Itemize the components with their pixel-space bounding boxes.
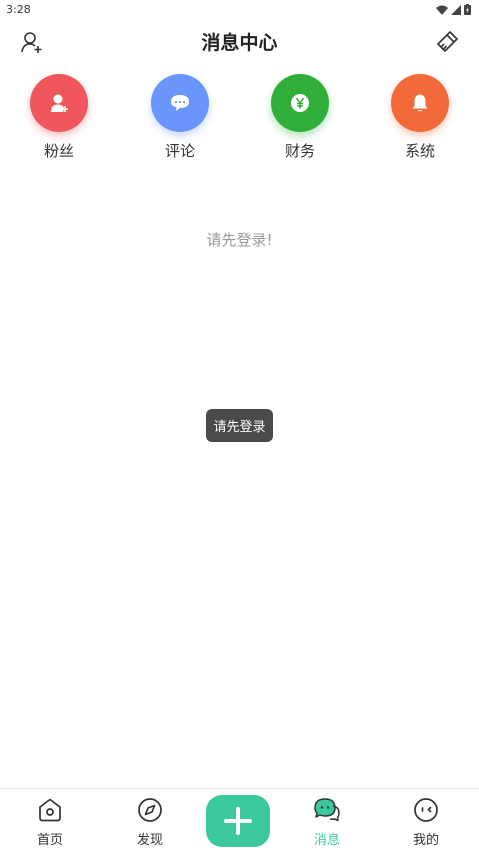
bell-icon (412, 94, 428, 112)
nav-label: 消息 (313, 833, 340, 848)
nav-profile[interactable]: 我的 (396, 797, 456, 848)
chat-bubble-icon (171, 95, 189, 111)
toast-message: 请先登录 (206, 409, 273, 442)
fans-icon-circle (30, 74, 88, 132)
nav-messages[interactable]: 消息 (297, 797, 357, 848)
wifi-icon (436, 5, 448, 15)
nav-label: 首页 (36, 833, 63, 848)
message-icon (314, 798, 340, 822)
category-fans[interactable]: 粉丝 (24, 74, 94, 161)
yen-coin-icon (291, 94, 309, 112)
page-title: 消息中心 (201, 32, 278, 54)
nav-discover[interactable]: 发现 (120, 797, 180, 848)
comments-icon-circle (151, 74, 209, 132)
compass-icon (138, 798, 162, 822)
category-system[interactable]: 系统 (385, 74, 455, 161)
category-label: 系统 (404, 142, 435, 160)
category-finance[interactable]: 财务 (265, 74, 335, 161)
finance-icon-circle (271, 74, 329, 132)
home-icon (39, 798, 61, 822)
category-row: 粉丝 评论 财务 系统 (0, 74, 479, 164)
broom-icon (437, 31, 458, 52)
bottom-nav: 首页 发现 消息 我的 (0, 788, 479, 852)
system-icon-circle (391, 74, 449, 132)
status-time: 3:28 (6, 3, 31, 16)
category-comments[interactable]: 评论 (145, 74, 215, 161)
login-prompt-text: 请先登录! (206, 231, 273, 249)
nav-home[interactable]: 首页 (20, 797, 80, 848)
nav-label: 发现 (136, 833, 163, 848)
person-add-icon (51, 94, 68, 112)
status-bar: 3:28 (0, 0, 479, 20)
header: 消息中心 (0, 22, 479, 62)
nav-label: 我的 (412, 833, 439, 848)
status-icons (436, 4, 471, 15)
plus-icon (224, 807, 252, 835)
category-label: 粉丝 (43, 142, 74, 160)
add-post-button[interactable] (206, 795, 270, 847)
category-label: 评论 (164, 142, 195, 160)
category-label: 财务 (284, 142, 315, 160)
signal-icon (451, 4, 461, 15)
clear-messages-button[interactable] (433, 28, 461, 56)
profile-face-icon (414, 798, 438, 822)
battery-icon (464, 4, 471, 15)
